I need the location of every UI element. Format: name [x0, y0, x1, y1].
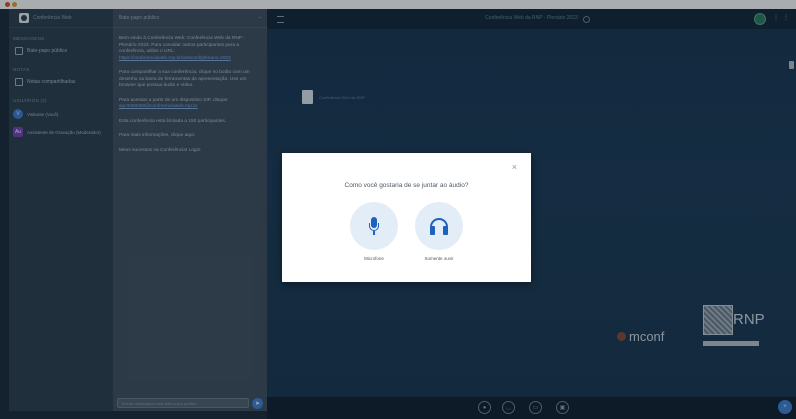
- chat-header: Bate-papo público –: [113, 9, 267, 28]
- send-message-button[interactable]: ➤: [252, 398, 263, 409]
- section-messages-title: MENSAGENS: [13, 36, 45, 41]
- presentation-scrollbar[interactable]: [789, 61, 794, 69]
- sidebar-item-public-chat[interactable]: Bate-papo público: [9, 43, 113, 59]
- sidebar-item-label: Bate-papo público: [27, 48, 68, 54]
- message-text: Bem-vindo à Conferência Web: Conferência…: [119, 36, 245, 54]
- more-icon[interactable]: ⋮: [783, 14, 789, 21]
- avatar: V: [13, 109, 23, 119]
- chat-title: Bate-papo público: [119, 15, 160, 21]
- chat-message: Esta conferência está limitada a 150 par…: [119, 118, 227, 124]
- chat-message: Bem-vindo à Conferência Web: Conferência…: [119, 36, 261, 62]
- options-icon[interactable]: ⋮: [773, 14, 779, 21]
- chat-message: Para compartilhar a sua conferência, cli…: [119, 70, 250, 88]
- chat-messages: Bem-vindo à Conferência Web: Conferência…: [113, 28, 267, 170]
- microphone-icon[interactable]: ●: [478, 401, 491, 414]
- mconf-wordmark: mconf: [629, 329, 665, 344]
- slide-logo-icon: [302, 90, 313, 104]
- control-bar: ● ◡ ▭ ▣ +: [267, 397, 796, 419]
- chat-message-input[interactable]: Enviar mensagem para Bate-papo público: [117, 398, 249, 408]
- meeting-title: Conferência Web da RNP - Plenário 2023: [485, 15, 578, 21]
- user-name: Assistente de Gravação (Moderador): [27, 129, 101, 135]
- rnp-tagline-bar: [703, 341, 759, 346]
- chat-message: Para acessar a partir de um dispositivo …: [119, 98, 261, 111]
- avatar: Au: [13, 127, 23, 137]
- headphone-icon: [430, 217, 448, 235]
- message-link[interactable]: sip:0000000@conferenciaweb.rnp.br: [119, 104, 197, 109]
- modal-question: Como você gostaria de se juntar ao áudio…: [344, 182, 469, 189]
- window-dot-icon: [5, 2, 10, 7]
- app-name: Conferência Web: [33, 15, 72, 21]
- microphone-label: Microfone: [364, 256, 384, 261]
- microphone-circle[interactable]: [350, 202, 398, 250]
- window-dot-icon: [12, 2, 17, 7]
- headphone-circle[interactable]: [415, 202, 463, 250]
- video-icon[interactable]: ▭: [529, 401, 542, 414]
- user-list-item[interactable]: V Visitante (Você): [9, 105, 113, 123]
- close-icon[interactable]: ×: [512, 163, 517, 172]
- listen-only-option-button[interactable]: Somente ouvir: [415, 202, 463, 262]
- recording-icon[interactable]: [583, 16, 590, 23]
- slide-caption: Conferência Web da RNP: [319, 95, 365, 100]
- rnp-mark-icon: [703, 305, 733, 335]
- chat-icon: [15, 47, 23, 55]
- mconf-logo: mconf: [617, 329, 664, 344]
- chat-panel: Bate-papo público – Bem-vindo à Conferên…: [113, 9, 267, 411]
- section-notes-title: NOTAS: [13, 67, 30, 72]
- mconf-mark-icon: [617, 332, 626, 341]
- listen-only-label: Somente ouvir: [424, 256, 454, 261]
- microphone-option-button[interactable]: Microfone: [350, 202, 398, 262]
- app-logo-icon: [19, 13, 29, 23]
- user-avatar[interactable]: [754, 13, 766, 25]
- sidebar-item-label: Notas compartilhadas: [27, 79, 76, 85]
- close-chat-icon[interactable]: –: [258, 15, 261, 21]
- headphone-icon[interactable]: ◡: [502, 401, 515, 414]
- user-list-item[interactable]: Au Assistente de Gravação (Moderador): [9, 123, 113, 141]
- message-link[interactable]: https://conferenciaweb.rnp.br/webconf/pl…: [119, 56, 231, 61]
- message-text: Para acessar a partir de um dispositivo …: [119, 97, 229, 103]
- share-button[interactable]: +: [778, 400, 792, 414]
- main-header: Conferência Web da RNP - Plenário 2023 ⋮…: [267, 9, 796, 29]
- rnp-wordmark: RNP: [733, 311, 765, 328]
- microphone-icon: [369, 216, 379, 236]
- sidebar-item-shared-notes[interactable]: Notas compartilhadas: [9, 74, 113, 90]
- browser-top-strip: [0, 0, 796, 9]
- chat-message: Meus sucessos na Conferência! Logo!: [119, 147, 201, 153]
- section-users-title: USUÁRIOS (2): [13, 98, 47, 103]
- audio-join-modal: × Como você gostaria de se juntar ao áud…: [282, 153, 531, 282]
- user-name: Visitante (Você): [27, 111, 59, 117]
- notes-icon: [15, 78, 23, 86]
- screen-share-icon[interactable]: ▣: [556, 401, 569, 414]
- chat-message: Para mais informações, clique aqui.: [119, 133, 195, 138]
- sidebar-header: Conferência Web: [9, 9, 113, 28]
- users-sidebar: Conferência Web MENSAGENS Bate-papo públ…: [9, 9, 113, 411]
- rnp-logo: RNP: [701, 303, 765, 353]
